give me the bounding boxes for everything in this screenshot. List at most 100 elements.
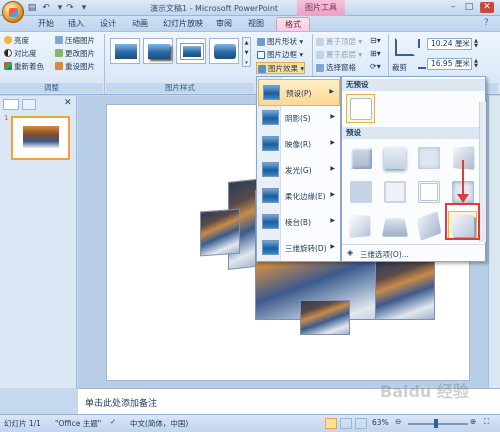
tab-home[interactable]: 开始 (34, 17, 58, 31)
spellcheck-icon[interactable]: ✓ (110, 417, 116, 426)
preset-tile-1[interactable] (346, 143, 375, 172)
menu-item-preset[interactable]: 预设(P) ▶ (258, 79, 340, 106)
undo-icon[interactable]: ↶ (40, 2, 52, 14)
theme-name: "Office 主题" (55, 419, 102, 428)
slideshow-view-icon[interactable] (355, 418, 367, 429)
submenu-arrow-icon: ▶ (330, 243, 335, 250)
reset-picture-label: 重设图片 (65, 62, 95, 71)
recolor-button[interactable]: 重新着色 (4, 61, 44, 72)
vertical-scrollbar[interactable] (488, 96, 500, 388)
group-icon[interactable]: ⊞▾ (370, 49, 381, 58)
preset-tile-6[interactable] (380, 177, 409, 206)
normal-view-icon[interactable] (325, 418, 337, 429)
submenu-arrow-icon: ▶ (329, 88, 334, 95)
menu-item-bevel[interactable]: 棱台(B) ▶ (258, 209, 340, 236)
slide-thumbnail[interactable] (11, 116, 70, 160)
menu-item-reflection[interactable]: 映像(R) ▶ (258, 131, 340, 158)
tab-review[interactable]: 审阅 (212, 17, 236, 31)
picture-style-4[interactable] (209, 38, 239, 64)
ribbon-tabs: 开始 插入 设计 动画 幻灯片放映 审阅 视图 格式 ? (0, 16, 500, 31)
tab-insert[interactable]: 插入 (64, 17, 88, 31)
menu-item-3d-rotation[interactable]: 三维旋转(D) ▶ (258, 235, 340, 262)
bring-to-front-button[interactable]: 置于顶层 ▾ (315, 36, 362, 48)
width-spinner[interactable]: ▲ ▼ (472, 59, 480, 69)
customize-qat-icon[interactable]: ▾ (78, 2, 90, 14)
context-tab-title: 图片工具 (297, 0, 345, 16)
save-icon[interactable]: ▤ (26, 2, 38, 14)
help-icon[interactable]: ? (484, 18, 489, 28)
no-preset-tile[interactable] (346, 94, 375, 123)
slides-tab-icon[interactable] (3, 99, 19, 110)
zoom-slider-thumb[interactable] (434, 419, 438, 428)
picture-style-2[interactable] (143, 38, 173, 64)
align-icon[interactable]: ⊟▾ (370, 36, 381, 45)
preset-tile-11[interactable] (414, 211, 443, 241)
crop-icon[interactable] (395, 38, 415, 56)
brightness-label: 亮度 (14, 36, 29, 45)
gallery-scroll[interactable]: ▲ ▼ ▾ (242, 37, 251, 67)
fit-window-icon[interactable]: ⛶ (484, 417, 489, 427)
tab-animation[interactable]: 动画 (128, 17, 152, 31)
height-icon (418, 39, 425, 48)
picture-shape-icon (257, 38, 265, 46)
preset-tile-2[interactable] (380, 143, 409, 172)
rotate-icon[interactable]: ⟳▾ (370, 62, 381, 71)
maximize-icon[interactable]: □ (462, 2, 476, 13)
tab-view[interactable]: 视图 (244, 17, 268, 31)
gallery-scrollbar[interactable] (479, 102, 486, 242)
submenu-arrow-icon: ▶ (330, 217, 335, 224)
picture-effects-icon (258, 65, 266, 73)
preset-tile-3[interactable] (414, 143, 443, 172)
brightness-icon (4, 36, 12, 44)
menu-item-soft-edges[interactable]: 柔化边缘(E) ▶ (258, 183, 340, 210)
tab-slideshow[interactable]: 幻灯片放映 (160, 17, 206, 31)
submenu-arrow-icon: ▶ (330, 113, 335, 120)
height-input[interactable]: 10.24 厘米 (427, 38, 472, 50)
close-icon[interactable]: ✕ (480, 2, 494, 13)
contrast-button[interactable]: 对比度 (4, 48, 37, 59)
zoom-level[interactable]: 63% (372, 418, 389, 427)
brightness-button[interactable]: 亮度 (4, 35, 29, 46)
tab-design[interactable]: 设计 (96, 17, 120, 31)
menu-item-glow[interactable]: 发光(G) ▶ (258, 157, 340, 184)
3d-options-item[interactable]: ◈ 三维选项(O)... (344, 247, 482, 260)
send-back-label: 置于底层 (326, 50, 356, 59)
selection-pane-label: 选择窗格 (326, 63, 356, 72)
width-input[interactable]: 16.95 厘米 (427, 58, 472, 70)
preset-tile-5[interactable] (346, 177, 375, 206)
watermark: Baidu 经验 (380, 382, 469, 401)
picture-effects-button[interactable]: 图片效果 ▾ (256, 62, 306, 74)
compress-pictures-button[interactable]: 压缩图片 (55, 35, 95, 46)
sorter-view-icon[interactable] (340, 418, 352, 429)
picture-shape-label: 图片形状 (267, 37, 297, 46)
window-title: 演示文稿1 - Microsoft PowerPoint (150, 4, 279, 13)
selection-pane-button[interactable]: 选择窗格 (315, 62, 356, 74)
bevel-icon (262, 214, 279, 229)
send-to-back-button[interactable]: 置于底层 ▾ (315, 49, 362, 61)
picture-style-1[interactable] (110, 38, 140, 64)
thumbnail-picture (23, 126, 59, 148)
change-picture-button[interactable]: 更改图片 (55, 48, 95, 59)
zoom-slider[interactable] (408, 423, 468, 425)
picture-style-3[interactable] (176, 38, 206, 64)
shadow-icon (262, 110, 279, 125)
zoom-in-icon[interactable]: ⊕ (470, 417, 476, 426)
height-spinner[interactable]: ▲ ▼ (472, 39, 480, 49)
preset-tile-10[interactable] (380, 211, 409, 240)
crop-label[interactable]: 裁剪 (392, 62, 407, 73)
picture-border-button[interactable]: 图片边框 ▾ (256, 49, 303, 61)
language-status[interactable]: 中文(简体，中国) (130, 418, 188, 429)
reset-picture-button[interactable]: 重设图片 (55, 61, 95, 72)
minimize-icon[interactable]: – (446, 2, 460, 13)
office-button[interactable] (2, 1, 24, 23)
redo-icon[interactable]: ↷ (64, 2, 76, 14)
preset-tile-9[interactable] (346, 211, 375, 240)
slide-number: 1 (4, 114, 9, 122)
preset-tile-7[interactable] (414, 177, 443, 206)
picture-shape-button[interactable]: 图片形状 ▾ (256, 36, 303, 48)
zoom-out-icon[interactable]: ⊖ (395, 417, 401, 426)
tab-format[interactable]: 格式 (276, 17, 310, 31)
menu-item-shadow[interactable]: 阴影(S) ▶ (258, 105, 340, 132)
outline-tab-icon[interactable] (22, 99, 36, 110)
close-panel-icon[interactable]: ✕ (64, 98, 72, 108)
